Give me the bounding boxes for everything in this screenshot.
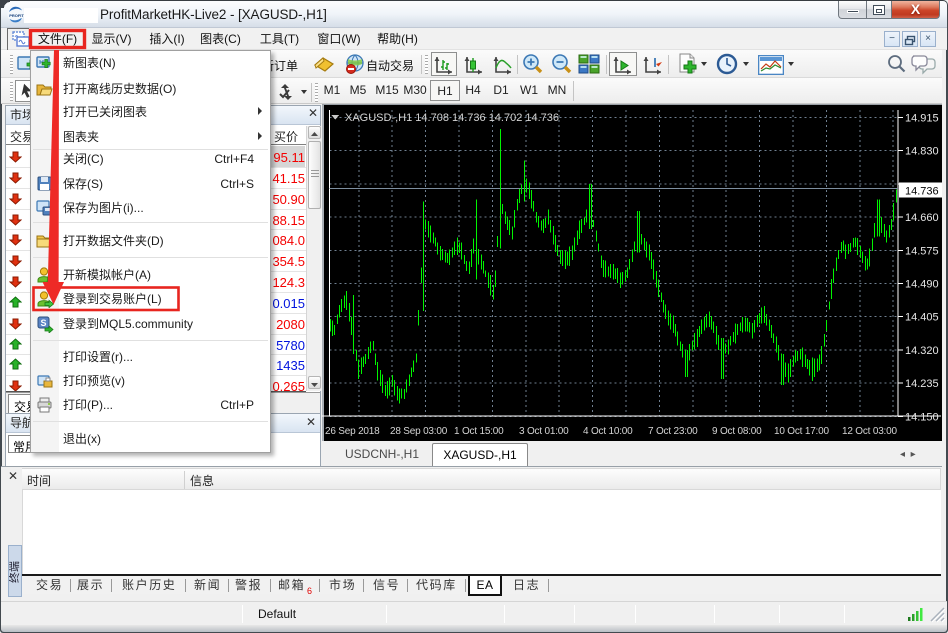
svg-text:10 Oct 17:00: 10 Oct 17:00 — [774, 426, 829, 437]
svg-text:26 Sep 2018: 26 Sep 2018 — [325, 426, 380, 437]
svg-text:14.405: 14.405 — [905, 312, 939, 324]
svg-text:14.660: 14.660 — [905, 212, 939, 224]
svg-text:3 Oct 01:00: 3 Oct 01:00 — [519, 426, 569, 437]
svg-text:14.150: 14.150 — [905, 411, 939, 423]
svg-text:14.736: 14.736 — [905, 186, 939, 198]
svg-text:28 Sep 03:00: 28 Sep 03:00 — [390, 426, 448, 437]
svg-text:14.490: 14.490 — [905, 279, 939, 291]
svg-text:14.235: 14.235 — [905, 378, 939, 390]
svg-text:XAGUSD-,H1 14.708 14.736 14.7: XAGUSD-,H1 14.708 14.736 14.702 14.736 — [345, 112, 559, 124]
svg-text:1 Oct 15:00: 1 Oct 15:00 — [454, 426, 504, 437]
svg-text:S: S — [41, 318, 47, 328]
svg-text:9 Oct 08:00: 9 Oct 08:00 — [712, 426, 762, 437]
svg-text:14.575: 14.575 — [905, 245, 939, 257]
svg-text:14.915: 14.915 — [905, 113, 939, 125]
svg-text:PROFIT: PROFIT — [9, 13, 24, 18]
svg-text:14.830: 14.830 — [905, 146, 939, 158]
svg-text:12 Oct 03:00: 12 Oct 03:00 — [842, 426, 897, 437]
svg-text:7 Oct 23:00: 7 Oct 23:00 — [648, 426, 698, 437]
svg-text:14.320: 14.320 — [905, 345, 939, 357]
svg-text:4 Oct 10:00: 4 Oct 10:00 — [583, 426, 633, 437]
